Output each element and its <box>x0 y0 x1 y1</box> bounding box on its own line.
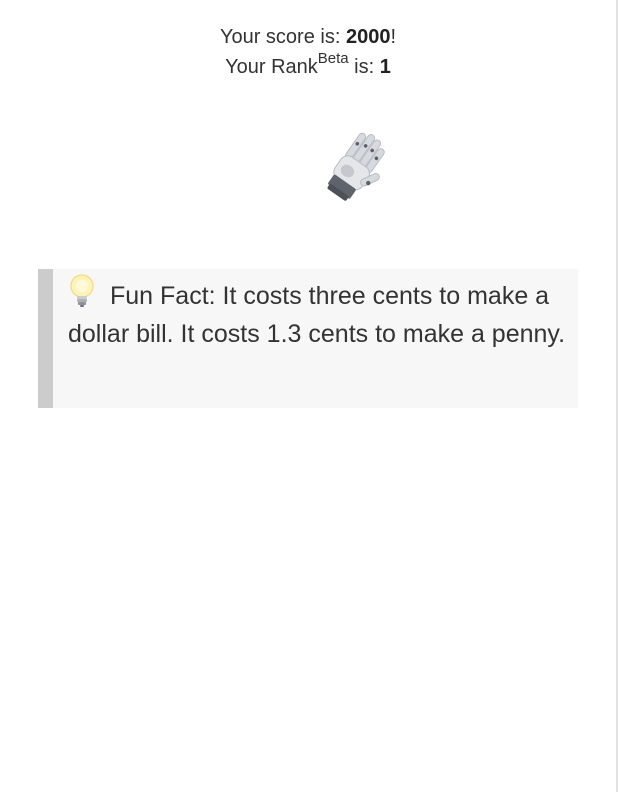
rank-value: 1 <box>379 56 391 78</box>
score-line: Your score is: 2000! <box>0 22 616 52</box>
rank-middle: is: <box>348 56 380 78</box>
light-bulb-icon <box>68 273 96 311</box>
score-summary: Your score is: 2000! Your RankBeta is: 1 <box>0 22 616 82</box>
score-value: 2000 <box>345 26 391 48</box>
score-prefix: Your score is: <box>219 26 346 48</box>
results-page: Your score is: 2000! Your RankBeta is: 1 <box>0 0 618 792</box>
score-suffix: ! <box>390 26 397 48</box>
rank-line: Your RankBeta is: 1 <box>0 50 616 82</box>
rank-beta-superscript: Beta <box>317 50 349 68</box>
robot-hand-icon <box>312 128 394 212</box>
fun-fact-box: Fun Fact: It costs three cents to make a… <box>38 269 578 408</box>
rank-prefix: Your Rank <box>225 56 318 78</box>
fun-fact-text: Fun Fact: It costs three cents to make a… <box>68 282 566 348</box>
